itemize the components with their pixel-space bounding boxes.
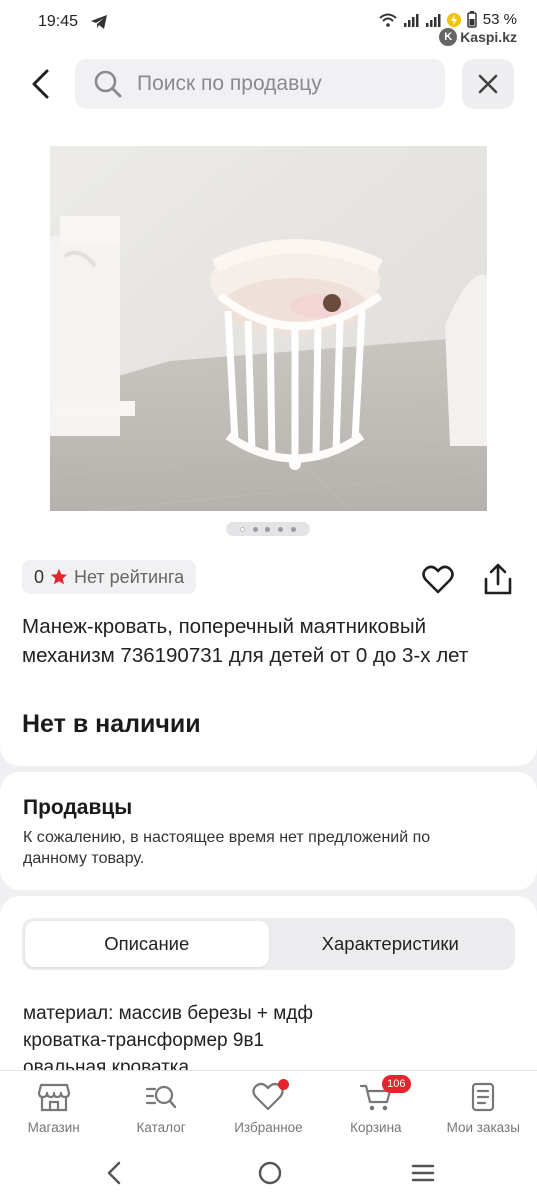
description-line: кроватка-трансформер 9в1 (23, 1030, 265, 1051)
stock-status: Нет в наличии (22, 710, 201, 738)
product-title: Манеж-кровать, поперечный маятниковый ме… (22, 615, 469, 667)
nav-label: Каталог (136, 1120, 186, 1135)
system-navigation-bar (0, 1150, 537, 1200)
close-button[interactable] (462, 59, 514, 109)
description-text: материал: массив березы + мдф кроватка-т… (23, 1000, 313, 1070)
nav-label: Корзина (350, 1120, 402, 1135)
sellers-title: Продавцы (23, 796, 133, 819)
battery-icon (467, 11, 477, 28)
description-line: овальная кроватка (23, 1057, 190, 1070)
nav-item-cart[interactable]: 106 Корзина (322, 1071, 429, 1150)
gallery-dot[interactable] (291, 526, 297, 532)
tabs-segmented-control: Описание Характеристики (22, 918, 515, 970)
favorite-heart-icon[interactable] (422, 565, 454, 595)
catalog-search-icon (145, 1085, 177, 1109)
product-photo[interactable] (50, 146, 487, 511)
status-time: 19:45 (38, 13, 79, 30)
wifi-icon (379, 13, 397, 27)
status-bar: 19:45 53 % K Kaspi.kz (0, 0, 537, 48)
rating-badge[interactable]: 0 Нет рейтинга (22, 560, 197, 594)
description-line: материал: массив березы + мдф (23, 1003, 314, 1024)
nav-item-shop[interactable]: Магазин (0, 1071, 107, 1150)
gallery-dot[interactable] (252, 526, 258, 532)
gallery-dot[interactable] (265, 526, 271, 532)
signal-icon-2 (425, 13, 441, 27)
gallery-dot[interactable] (278, 526, 284, 532)
rating-text: Нет рейтинга (74, 566, 185, 587)
bottom-nav: Магазин Каталог Избранное 106 Корзина Мо… (0, 1070, 537, 1150)
seller-search-input[interactable]: Поиск по продавцу (75, 59, 445, 109)
nav-label: Мои заказы (446, 1120, 520, 1135)
search-placeholder: Поиск по продавцу (137, 72, 322, 95)
rating-value: 0 (34, 566, 45, 587)
sellers-card: Продавцы К сожалению, в настоящее время … (0, 772, 537, 890)
watermark-logo-icon: K (439, 28, 458, 46)
nav-item-orders[interactable]: Мои заказы (430, 1071, 537, 1150)
system-home-icon[interactable] (257, 1160, 283, 1186)
nav-label: Избранное (234, 1120, 303, 1135)
gallery-indicator (226, 522, 310, 536)
system-back-icon[interactable] (103, 1160, 125, 1186)
status-icons: 53 % (379, 11, 517, 28)
back-arrow-icon[interactable] (26, 66, 56, 102)
system-menu-icon[interactable] (410, 1162, 436, 1184)
gallery-dot[interactable] (239, 526, 245, 532)
share-icon[interactable] (482, 562, 514, 596)
watermark-text: Kaspi.kz (460, 29, 517, 45)
nav-label: Магазин (27, 1120, 80, 1135)
orders-icon (472, 1082, 495, 1112)
shop-icon (37, 1083, 70, 1112)
telegram-icon (91, 15, 107, 29)
product-card: Поиск по продавцу 0 Нет рейтинга Манеж-к… (0, 48, 537, 766)
nav-item-favorites[interactable]: Избранное (215, 1071, 322, 1150)
page: 19:45 53 % K Kaspi.kz Поиск по продавцу … (0, 0, 537, 1200)
tab-description[interactable]: Описание (25, 921, 269, 967)
search-icon (94, 70, 122, 98)
nav-item-catalog[interactable]: Каталог (107, 1071, 214, 1150)
close-icon (478, 74, 498, 94)
tab-specifications[interactable]: Характеристики (269, 921, 513, 967)
star-icon (50, 568, 68, 585)
watermark: K Kaspi.kz (439, 28, 517, 46)
favorites-dot (277, 1079, 289, 1090)
sellers-message: К сожалению, в настоящее время нет предл… (23, 829, 431, 867)
description-card: Описание Характеристики материал: массив… (0, 896, 537, 1096)
signal-icon (403, 13, 419, 27)
cart-count-badge: 106 (382, 1075, 411, 1093)
battery-saver-icon (446, 12, 461, 27)
battery-percent: 53 % (482, 11, 517, 28)
